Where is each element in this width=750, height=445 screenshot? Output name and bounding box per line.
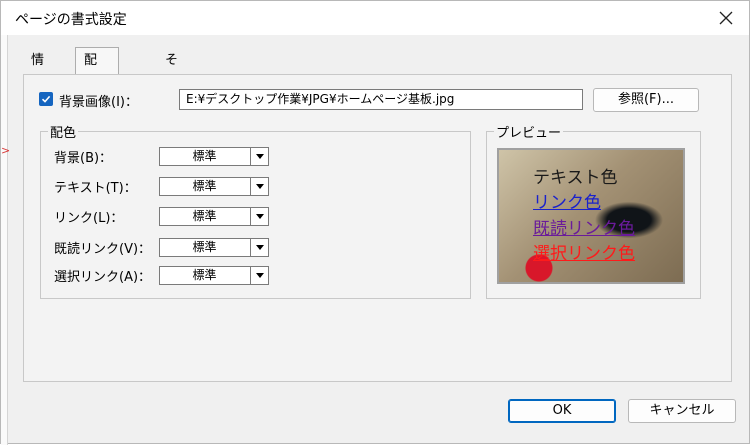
tab-info[interactable]: 情報 (23, 49, 52, 92)
chevron-down-icon (255, 154, 264, 159)
dropdown-arrow-button[interactable] (250, 178, 268, 195)
link-color-value: 標準 (192, 209, 217, 223)
background-window-edge: > > > (1, 1, 11, 445)
background-color-value: 標準 (192, 149, 217, 163)
ok-button[interactable]: OK (508, 399, 616, 423)
close-icon (719, 11, 733, 25)
visited-link-color-select[interactable]: 標準 (159, 238, 269, 257)
checkmark-icon (41, 95, 51, 103)
dropdown-arrow-button[interactable] (250, 208, 268, 225)
text-color-label: テキスト(T)： (54, 181, 137, 196)
visited-link-color-value: 標準 (192, 240, 217, 254)
tab-other[interactable]: その他 (157, 49, 186, 116)
preview-active-link-sample: 選択リンク色 (533, 244, 635, 264)
chevron-down-icon (255, 245, 264, 250)
visited-link-color-label: 既読リンク(V)： (54, 242, 152, 257)
preview-text-sample: テキスト色 (533, 168, 618, 188)
red-marker-icon: > (1, 144, 11, 157)
close-button[interactable] (709, 4, 743, 32)
title-bar: ページの書式設定 (1, 1, 749, 35)
active-link-color-label: 選択リンク(A)： (54, 270, 152, 285)
background-image-path-field[interactable]: E:¥デスクトップ作業¥JPG¥ホームページ基板.jpg (179, 89, 583, 110)
dialog-title: ページの書式設定 (15, 12, 127, 28)
preview-link-sample: リンク色 (533, 193, 601, 213)
background-image-checkbox[interactable] (39, 92, 53, 106)
chevron-down-icon (255, 273, 264, 278)
page-format-dialog: > > > ページの書式設定 情報 配色・背景 その他 背景画像(I)： E:¥… (0, 0, 750, 445)
link-color-select[interactable]: 標準 (159, 207, 269, 226)
text-color-select[interactable]: 標準 (159, 177, 269, 196)
background-image-label: 背景画像(I)： (59, 95, 138, 110)
cancel-button[interactable]: キャンセル (628, 399, 736, 423)
dropdown-arrow-button[interactable] (250, 267, 268, 284)
dropdown-arrow-button[interactable] (250, 239, 268, 256)
preview-visited-link-sample: 既読リンク色 (533, 219, 635, 239)
text-color-value: 標準 (192, 179, 217, 193)
chevron-down-icon (255, 184, 264, 189)
chevron-down-icon (255, 214, 264, 219)
preview-legend: プレビュー (494, 122, 564, 141)
browse-button[interactable]: 参照(F)... (593, 88, 699, 112)
link-color-label: リンク(L)： (54, 211, 124, 226)
preview-image: テキスト色 リンク色 既読リンク色 選択リンク色 (497, 148, 685, 284)
active-link-color-select[interactable]: 標準 (159, 266, 269, 285)
active-link-color-value: 標準 (192, 268, 217, 282)
background-color-select[interactable]: 標準 (159, 147, 269, 166)
tab-color-background[interactable]: 配色・背景 (75, 47, 119, 120)
background-color-label: 背景(B)： (54, 151, 113, 166)
color-scheme-legend: 配色 (48, 122, 79, 141)
dropdown-arrow-button[interactable] (250, 148, 268, 165)
